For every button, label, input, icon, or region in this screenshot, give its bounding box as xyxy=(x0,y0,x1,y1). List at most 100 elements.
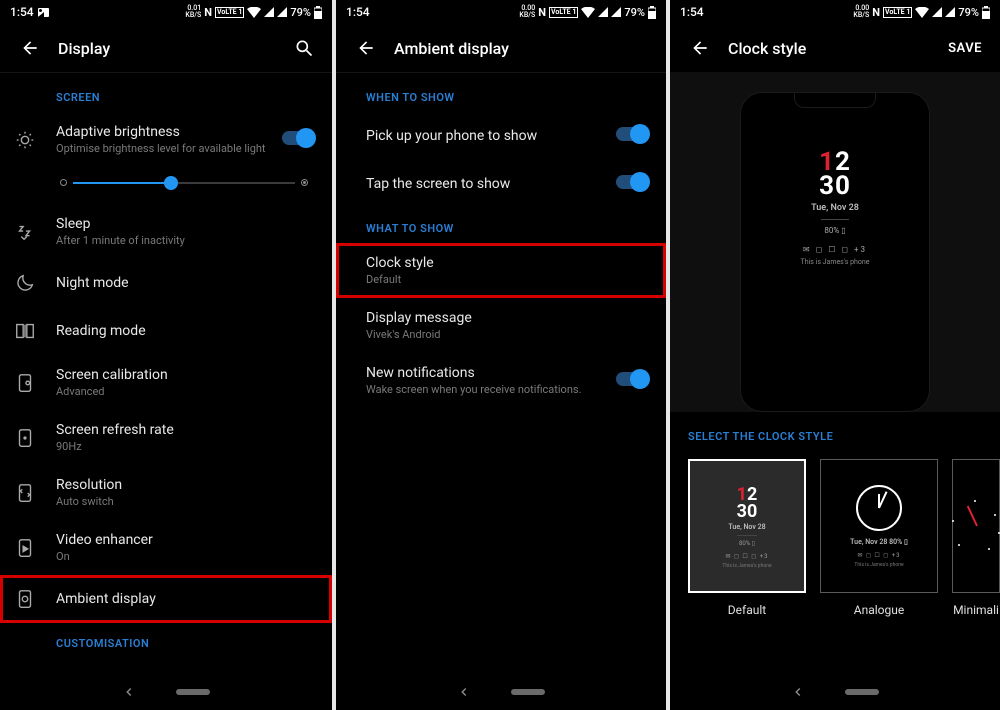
video-icon xyxy=(14,537,56,559)
new-notifications-toggle[interactable] xyxy=(616,372,652,390)
moon-icon xyxy=(14,272,56,294)
brightness-max-icon xyxy=(301,179,308,186)
search-button[interactable] xyxy=(294,38,314,58)
clock-style-minimal-tile[interactable] xyxy=(952,459,1000,593)
adaptive-brightness-toggle[interactable] xyxy=(282,131,318,149)
section-select-clock: SELECT THE CLOCK STYLE xyxy=(688,430,1000,459)
brightness-min-icon xyxy=(60,179,67,186)
status-bar: 1:54 0.00KB/S N VoLTE 1 79% xyxy=(336,0,666,24)
nav-bar xyxy=(0,674,332,710)
back-button[interactable] xyxy=(20,38,40,58)
resolution-sub: Auto switch xyxy=(56,495,318,508)
night-mode-row[interactable]: Night mode xyxy=(0,259,332,307)
reading-mode-row[interactable]: Reading mode xyxy=(0,307,332,355)
sleep-sub: After 1 minute of inactivity xyxy=(56,234,318,247)
signal-icon xyxy=(598,7,608,17)
resolution-label: Resolution xyxy=(56,477,318,493)
new-notifications-row[interactable]: New notifications Wake screen when you r… xyxy=(336,353,666,408)
brightness-thumb[interactable] xyxy=(164,176,178,190)
display-message-label: Display message xyxy=(366,310,652,326)
nav-bar xyxy=(670,674,1000,710)
calibration-icon xyxy=(14,372,56,394)
screen-calibration-sub: Advanced xyxy=(56,385,318,398)
brightness-icon xyxy=(14,129,56,151)
tap-toggle[interactable] xyxy=(616,175,652,193)
nav-home-button[interactable] xyxy=(845,689,879,695)
preview-date: Tue, Nov 28 xyxy=(741,203,929,213)
nav-back-button[interactable] xyxy=(791,685,805,699)
status-time: 1:54 xyxy=(10,5,34,19)
video-enhancer-sub: On xyxy=(56,550,318,563)
section-screen: SCREEN xyxy=(0,77,332,112)
status-bar: 1:54 0.01KB/S N VoLTE 1 79% xyxy=(0,0,332,24)
volte-icon: VoLTE 1 xyxy=(883,7,912,18)
section-customisation: CUSTOMISATION xyxy=(0,623,332,658)
page-title: Clock style xyxy=(728,39,930,58)
screenshot-icon xyxy=(38,8,49,17)
signal-icon-2 xyxy=(277,7,287,17)
nav-home-button[interactable] xyxy=(176,689,210,695)
nfc-icon: N xyxy=(872,6,880,19)
header: Ambient display xyxy=(336,24,666,72)
nfc-icon: N xyxy=(538,6,546,19)
signal-icon xyxy=(264,7,274,17)
clock-style-minimal-label: Minimali xyxy=(953,603,999,617)
battery-pct: 79% xyxy=(290,6,311,19)
net-rate: 0.00KB/S xyxy=(853,5,869,19)
display-message-row[interactable]: Display message Vivek's Android xyxy=(336,298,666,353)
signal-icon xyxy=(932,7,942,17)
brightness-slider[interactable] xyxy=(0,167,332,204)
screen-calibration-row[interactable]: Screen calibration Advanced xyxy=(0,355,332,410)
clock-style-sub: Default xyxy=(366,273,652,286)
nav-home-button[interactable] xyxy=(511,689,545,695)
net-rate: 0.01KB/S xyxy=(185,5,201,19)
preview-min: 30 xyxy=(741,171,929,201)
clock-style-label: Clock style xyxy=(366,255,652,271)
clock-style-screen: 1:54 0.00KB/S N VoLTE 1 79% Clock style … xyxy=(668,0,1000,710)
resolution-row[interactable]: Resolution Auto switch xyxy=(0,465,332,520)
wifi-icon xyxy=(247,7,261,18)
tap-label: Tap the screen to show xyxy=(366,176,616,192)
clock-style-row[interactable]: Clock style Default xyxy=(336,243,666,298)
page-title: Ambient display xyxy=(394,39,648,58)
tap-row[interactable]: Tap the screen to show xyxy=(336,160,666,208)
preview-notif-icons: ✉ ◻ ☐ ◻ +3 xyxy=(741,245,929,254)
clock-style-analogue-tile[interactable]: Tue, Nov 28 80% ▯ ✉ ◻ ☐ ◻ +3 This is Jam… xyxy=(820,459,938,593)
header: Display xyxy=(0,24,332,72)
status-time: 1:54 xyxy=(680,5,704,19)
book-icon xyxy=(14,320,56,342)
status-bar: 1:54 0.00KB/S N VoLTE 1 79% xyxy=(670,0,1000,24)
battery-icon xyxy=(314,6,322,19)
clock-style-analogue-label: Analogue xyxy=(854,603,904,617)
refresh-rate-label: Screen refresh rate xyxy=(56,422,318,438)
header: Clock style SAVE xyxy=(670,24,1000,72)
adaptive-brightness-row[interactable]: Adaptive brightness Optimise brightness … xyxy=(0,112,332,167)
resolution-icon xyxy=(14,482,56,504)
nav-back-button[interactable] xyxy=(122,685,136,699)
nav-bar xyxy=(336,674,666,710)
signal-icon-2 xyxy=(945,7,955,17)
video-enhancer-row[interactable]: Video enhancer On xyxy=(0,520,332,575)
pickup-toggle[interactable] xyxy=(616,127,652,145)
display-settings-screen: 1:54 0.01KB/S N VoLTE 1 79% Display SCRE… xyxy=(0,0,332,710)
minimal-clock-icon xyxy=(946,496,1000,556)
ambient-display-row[interactable]: Ambient display xyxy=(0,575,332,623)
battery-icon xyxy=(648,6,656,19)
battery-pct: 79% xyxy=(624,6,645,19)
nfc-icon: N xyxy=(204,6,212,19)
preview-battery: 80% ▯ xyxy=(741,226,929,235)
back-button[interactable] xyxy=(356,38,376,58)
adaptive-brightness-label: Adaptive brightness xyxy=(56,124,282,140)
refresh-rate-row[interactable]: Screen refresh rate 90Hz xyxy=(0,410,332,465)
nav-back-button[interactable] xyxy=(457,685,471,699)
sleep-row[interactable]: Sleep After 1 minute of inactivity xyxy=(0,204,332,259)
back-button[interactable] xyxy=(690,38,710,58)
net-rate: 0.00KB/S xyxy=(519,5,535,19)
pickup-label: Pick up your phone to show xyxy=(366,128,616,144)
save-button[interactable]: SAVE xyxy=(948,41,982,56)
pickup-row[interactable]: Pick up your phone to show xyxy=(336,112,666,160)
refresh-icon xyxy=(14,427,56,449)
volte-icon: VoLTE 1 xyxy=(215,7,244,18)
ambient-display-screen: 1:54 0.00KB/S N VoLTE 1 79% Ambient disp… xyxy=(334,0,666,710)
clock-style-default-tile[interactable]: 12 30 Tue, Nov 28 80% ▯ ✉ ◻ ☐ ◻ +3 This … xyxy=(688,459,806,593)
